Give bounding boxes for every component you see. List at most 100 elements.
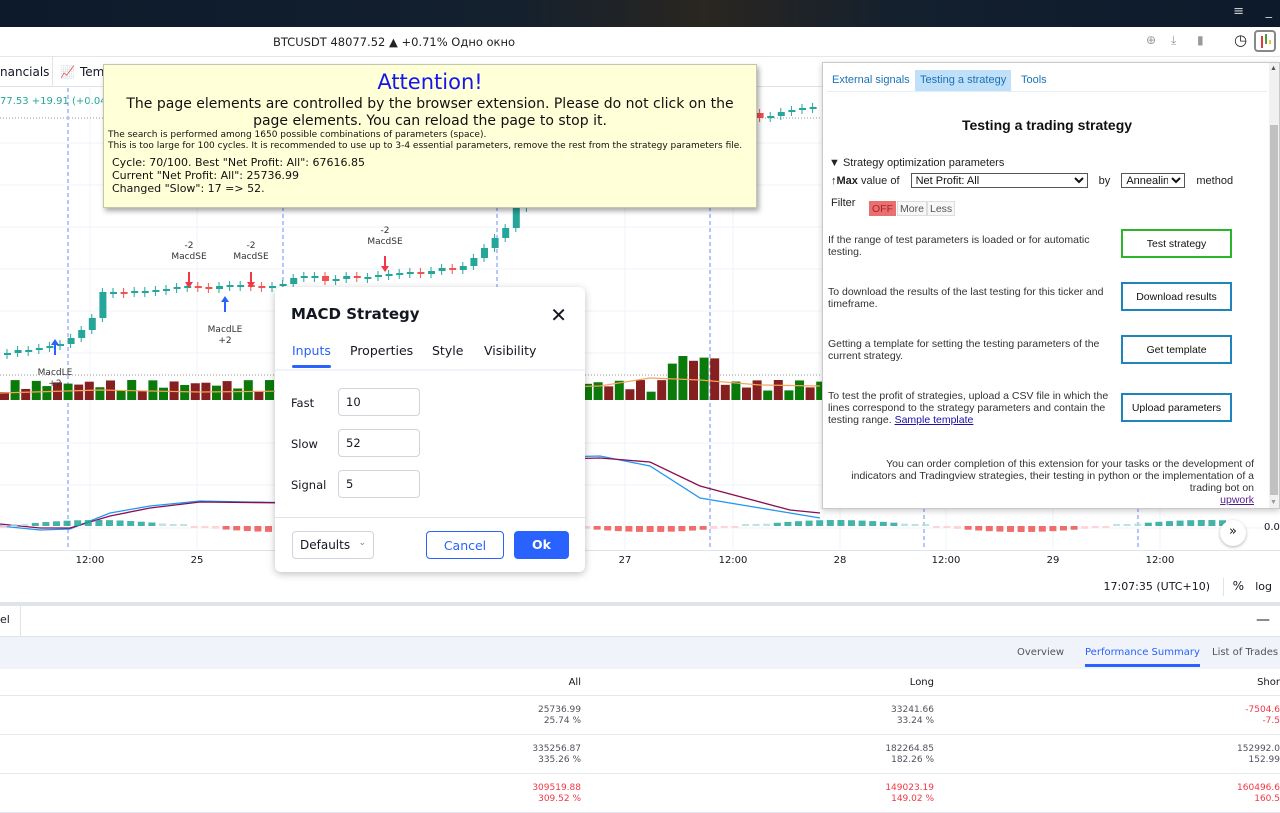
tab-external-signals[interactable]: External signals <box>827 70 915 91</box>
tab-list-of-trades[interactable]: List of Trades <box>1212 647 1278 658</box>
clock-readout[interactable]: 17:07:35 (UTC+10) <box>1103 580 1210 593</box>
metric-select[interactable]: Net Profit: All <box>910 173 1088 188</box>
method-select[interactable]: Annealing <box>1121 173 1186 188</box>
tab-inputs[interactable]: Inputs <box>292 343 331 368</box>
tab-testing-strategy[interactable]: Testing a strategy <box>915 70 1012 91</box>
filter-off-button[interactable]: OFF <box>869 201 896 216</box>
volume-bar <box>21 388 31 400</box>
volume-bar <box>74 384 84 400</box>
volume-bar <box>678 356 688 400</box>
test-strategy-button[interactable]: Test strategy <box>1121 229 1232 258</box>
macd-histogram-bar <box>159 523 166 526</box>
log-scale-toggle[interactable]: log <box>1255 580 1272 593</box>
filter-more-button[interactable]: More <box>897 201 927 216</box>
trade-label: MacdLE <box>38 368 73 378</box>
toolbar-financials[interactable]: nancials <box>0 65 49 79</box>
macd-histogram-bar <box>890 522 898 526</box>
minimize-icon[interactable]: _ <box>1266 4 1273 19</box>
volume-bar <box>731 381 741 400</box>
filter-less-button[interactable]: Less <box>927 201 956 216</box>
candle-body <box>777 112 785 116</box>
macd-histogram-bar <box>31 522 39 526</box>
trade-label: MacdLE <box>208 325 243 335</box>
zoom-icon[interactable]: ⊕ <box>1146 33 1156 47</box>
extension-footer: You can order completion of this extensi… <box>851 458 1254 506</box>
macd-histogram-bar <box>1187 520 1195 526</box>
percent-scale-toggle[interactable]: % <box>1233 579 1244 593</box>
cell-long: 33241.66 33.24 % <box>891 705 934 726</box>
slow-input[interactable] <box>338 429 420 457</box>
volume-bar <box>604 386 614 400</box>
tab-visibility[interactable]: Visibility <box>484 343 536 358</box>
candle-body <box>14 350 22 353</box>
volume-bar <box>699 357 709 400</box>
candle-body <box>25 350 33 352</box>
cell-long: 149023.19 149.02 % <box>885 783 934 804</box>
get-template-button[interactable]: Get template <box>1121 335 1232 364</box>
macd-histogram-bar <box>784 521 792 526</box>
sample-template-link[interactable]: Sample template <box>895 414 974 426</box>
optimization-params-toggle[interactable]: ▼ Strategy optimization parameters <box>829 157 1004 169</box>
browser-menu-icon[interactable]: ≡ <box>1233 4 1244 19</box>
candle-body <box>809 107 817 109</box>
volume-bar <box>657 380 667 400</box>
upwork-link[interactable]: upwork <box>1220 494 1254 506</box>
volume-bar <box>265 380 274 400</box>
scroll-to-realtime-button[interactable]: » <box>1220 520 1246 546</box>
time-tick: 29 <box>1046 555 1060 566</box>
candle-body <box>788 110 796 112</box>
extension-tabs: External signals Testing a strategy Tool… <box>827 70 1267 92</box>
time-axis[interactable]: 12:00 25 27 12:00 28 12:00 29 12:00 <box>0 550 1280 572</box>
upload-parameters-button[interactable]: Upload parameters <box>1121 393 1232 422</box>
candle-body <box>152 290 160 292</box>
extension-chart-icon[interactable] <box>1254 30 1276 52</box>
candle-body <box>184 286 192 288</box>
macd-histogram-bar <box>1070 526 1078 530</box>
volume-bar <box>646 391 656 400</box>
tab-tools[interactable]: Tools <box>1016 70 1052 91</box>
macd-histogram-bar <box>1134 523 1142 526</box>
candle-body <box>279 284 287 286</box>
volume-bar <box>710 358 720 400</box>
candle-body <box>35 348 43 350</box>
download-results-button[interactable]: Download results <box>1121 282 1232 311</box>
bookmark-icon[interactable]: ▮ <box>1197 33 1204 47</box>
macd-histogram-bar <box>689 526 696 531</box>
macd-histogram-bar <box>604 526 612 531</box>
fast-input[interactable] <box>338 388 420 416</box>
ok-button[interactable]: Ok <box>514 531 569 559</box>
macd-histogram-bar <box>646 526 654 532</box>
browser-titlebar: ≡ _ <box>0 0 1280 27</box>
tab-style[interactable]: Style <box>432 343 463 358</box>
attention-title: Attention! <box>377 70 483 94</box>
panel-tab[interactable]: el <box>0 613 10 626</box>
signal-input[interactable] <box>338 470 420 498</box>
macd-histogram-bar <box>731 526 739 528</box>
collapse-panel-icon[interactable]: — <box>1256 612 1270 628</box>
close-icon[interactable]: ✕ <box>550 303 567 327</box>
volume-bar <box>222 381 232 400</box>
tab-properties[interactable]: Properties <box>350 343 413 358</box>
chart-templates-icon[interactable]: 📈 <box>60 65 75 79</box>
tab-performance-summary[interactable]: Performance Summary <box>1085 647 1200 667</box>
candle-body <box>290 278 298 284</box>
macd-histogram-bar <box>1017 526 1025 532</box>
tab-overview[interactable]: Overview <box>1017 647 1064 658</box>
fast-label: Fast <box>291 396 315 410</box>
download-icon[interactable]: ⤓ <box>1171 33 1176 48</box>
macd-histogram-bar <box>0 526 7 528</box>
macd-histogram-bar <box>212 526 219 529</box>
cancel-button[interactable]: Cancel <box>426 531 504 559</box>
macd-histogram-bar <box>826 520 834 526</box>
extension-scrollbar[interactable]: ▲ ▼ <box>1269 63 1279 508</box>
defaults-dropdown[interactable]: Defaults ⌄ <box>292 531 374 559</box>
macd-histogram-bar <box>996 526 1004 532</box>
signal-label: Signal <box>291 478 327 492</box>
candle-body <box>205 287 213 289</box>
trade-label: +2 <box>48 379 61 389</box>
alarm-clock-icon[interactable]: ◷ <box>1234 31 1247 49</box>
trade-label: MacdSE <box>233 252 269 262</box>
macd-histogram-bar <box>710 526 718 529</box>
candle-body <box>78 330 86 338</box>
candle-body <box>353 276 361 278</box>
